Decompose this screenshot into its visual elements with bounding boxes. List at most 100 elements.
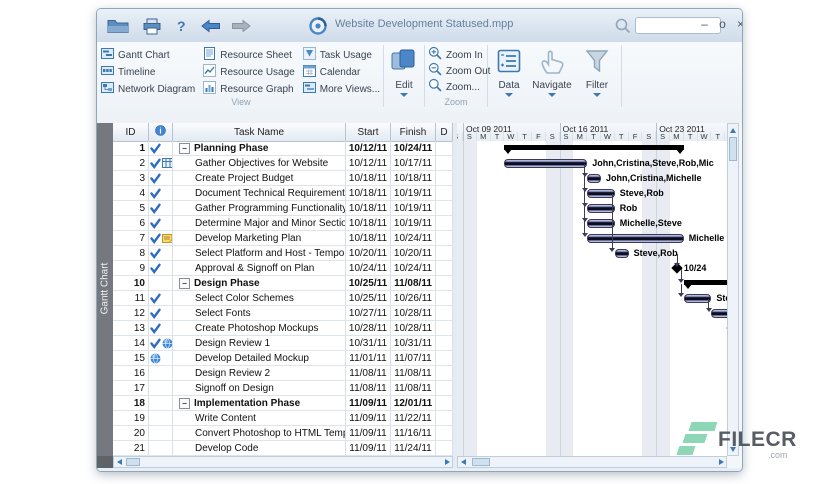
- table-hscroll-left-arrow[interactable]: [114, 457, 124, 467]
- gantt-bar-summary[interactable]: [504, 145, 684, 150]
- task-name[interactable]: Document Technical Requirements: [173, 186, 346, 200]
- task-name[interactable]: Create Project Budget: [173, 171, 346, 185]
- task-name[interactable]: Gather Objectives for Website: [173, 156, 346, 170]
- gantt-bar-task[interactable]: [711, 309, 727, 318]
- task-name[interactable]: Develop Marketing Plan: [173, 231, 346, 245]
- table-row[interactable]: 1 − Planning Phase 10/12/11 10/24/11: [113, 141, 453, 156]
- table-row[interactable]: 15 Develop Detailed Mockup 11/01/11 11/07/1…: [113, 351, 453, 366]
- ribbon-item-calendar[interactable]: Calendar: [302, 64, 380, 80]
- task-name[interactable]: Approval & Signoff on Plan: [173, 261, 346, 275]
- table-row[interactable]: 17 Signoff on Design 11/08/11 11/08/11: [113, 381, 453, 396]
- table-row[interactable]: 4 Document Technical Requirements 10/18/11…: [113, 186, 453, 201]
- collapse-toggle[interactable]: −: [179, 397, 190, 409]
- open-folder-icon[interactable]: [107, 17, 129, 35]
- column-header-d[interactable]: D: [436, 123, 453, 141]
- gantt-bar-task[interactable]: [614, 249, 629, 258]
- task-duration: [436, 276, 453, 290]
- task-name[interactable]: Select Platform and Host - Tempor...: [173, 246, 346, 260]
- ribbon-item-more-views[interactable]: More Views...: [302, 81, 380, 97]
- task-id: 20: [113, 426, 149, 440]
- ribbon-item-timeline[interactable]: Timeline: [101, 65, 195, 80]
- ribbon-item-gantt-chart[interactable]: Gantt Chart: [101, 47, 195, 63]
- ribbon-item-network-diagram[interactable]: Network Diagram: [101, 81, 195, 97]
- table-row[interactable]: 18 − Implementation Phase 11/09/11 12/01/11: [113, 396, 453, 411]
- table-row[interactable]: 9 Approval & Signoff on Plan 10/24/11 10/24…: [113, 261, 453, 276]
- table-row[interactable]: 11 Select Color Schemes 10/25/11 10/26/11: [113, 291, 453, 306]
- gantt-bar-task[interactable]: [683, 294, 712, 303]
- table-row[interactable]: 10 − Design Phase 10/25/11 11/08/11: [113, 276, 453, 291]
- gantt-hscroll-thumb[interactable]: [472, 458, 490, 466]
- close-button[interactable]: ×: [733, 16, 742, 33]
- gantt-vscroll-thumb[interactable]: [729, 137, 737, 161]
- navigate-button[interactable]: Navigate: [529, 46, 575, 106]
- table-hscroll-right-arrow[interactable]: [442, 457, 452, 467]
- table-row[interactable]: 19 Write Content 11/09/11 11/22/11: [113, 411, 453, 426]
- data-button[interactable]: Data: [491, 46, 527, 106]
- table-hscroll-thumb[interactable]: [126, 458, 140, 466]
- table-hscrollbar[interactable]: [113, 456, 453, 468]
- task-name[interactable]: − Implementation Phase: [173, 396, 346, 410]
- task-name[interactable]: − Design Phase: [173, 276, 346, 290]
- task-name[interactable]: Select Fonts: [173, 306, 346, 320]
- task-name[interactable]: Select Color Schemes: [173, 291, 346, 305]
- table-row[interactable]: 3 Create Project Budget 10/18/11 10/18/11: [113, 171, 453, 186]
- task-name[interactable]: Signoff on Design: [173, 381, 346, 395]
- gantt-vscroll-up-arrow[interactable]: [728, 125, 738, 135]
- gantt-bar-task[interactable]: [587, 189, 615, 198]
- task-duration: [436, 411, 453, 425]
- table-row[interactable]: 2 Gather Objectives for Website 10/12/11 10…: [113, 156, 453, 171]
- filter-button[interactable]: Filter: [579, 46, 615, 106]
- forward-arrow-icon[interactable]: [231, 17, 251, 35]
- gantt-bar-task[interactable]: [504, 159, 588, 168]
- gantt-vscrollbar[interactable]: [727, 123, 739, 456]
- ribbon-item-resource-sheet[interactable]: Resource Sheet: [203, 46, 294, 63]
- task-name[interactable]: Write Content: [173, 411, 346, 425]
- back-arrow-icon[interactable]: [201, 17, 221, 35]
- ribbon-item-zoom-out[interactable]: Zoom Out: [428, 62, 490, 79]
- table-row[interactable]: 7 Develop Marketing Plan 10/18/11 10/24/11: [113, 231, 453, 246]
- collapse-toggle[interactable]: −: [179, 277, 190, 289]
- column-header-start[interactable]: Start: [346, 123, 391, 141]
- task-indicators: [149, 411, 173, 425]
- help-icon[interactable]: ?: [177, 17, 186, 35]
- table-row[interactable]: 12 Select Fonts 10/27/11 10/28/11: [113, 306, 453, 321]
- table-row[interactable]: 14 Design Review 1 10/31/11 10/31/11: [113, 336, 453, 351]
- ribbon-item-resource-usage[interactable]: Resource Usage: [203, 63, 295, 80]
- column-header-indicators[interactable]: i: [149, 123, 173, 141]
- table-row[interactable]: 16 Design Review 2 11/08/11 11/08/11: [113, 366, 453, 381]
- restore-button[interactable]: o: [715, 16, 730, 33]
- collapse-toggle[interactable]: −: [179, 142, 190, 154]
- gantt-hscroll-left-arrow[interactable]: [458, 457, 468, 467]
- task-name[interactable]: Determine Major and Minor Sections: [173, 216, 346, 230]
- table-row[interactable]: 5 Gather Programming Functionality 10/18/1…: [113, 201, 453, 216]
- table-row[interactable]: 6 Determine Major and Minor Sections 10/18…: [113, 216, 453, 231]
- table-row[interactable]: 8 Select Platform and Host - Tempor... 10/…: [113, 246, 453, 261]
- gantt-bar-task[interactable]: [587, 234, 684, 243]
- task-name[interactable]: Convert Photoshop to HTML Templ...: [173, 426, 346, 440]
- day-letter: M: [670, 132, 684, 141]
- gantt-bar-task[interactable]: [587, 219, 615, 228]
- gantt-bar-task[interactable]: [587, 204, 615, 213]
- gantt-bar-task[interactable]: [587, 174, 601, 183]
- task-name[interactable]: − Planning Phase: [173, 141, 346, 155]
- column-header-task-name[interactable]: Task Name: [173, 123, 346, 141]
- table-row[interactable]: 13 Create Photoshop Mockups 10/28/11 10/28/…: [113, 321, 453, 336]
- table-row[interactable]: 20 Convert Photoshop to HTML Templ... 11/0…: [113, 426, 453, 441]
- edit-button[interactable]: Edit: [386, 46, 422, 106]
- task-name[interactable]: Develop Detailed Mockup: [173, 351, 346, 365]
- task-name[interactable]: Design Review 1: [173, 336, 346, 350]
- ribbon-item-zoom[interactable]: Zoom...: [428, 78, 490, 95]
- task-name[interactable]: Develop Code: [173, 441, 346, 455]
- ribbon-item-resource-graph[interactable]: Resource Graph: [203, 80, 294, 97]
- task-name[interactable]: Design Review 2: [173, 366, 346, 380]
- ribbon-item-zoom-in[interactable]: Zoom In: [428, 46, 490, 63]
- table-row[interactable]: 21 Develop Code 11/09/11 11/24/11: [113, 441, 453, 456]
- task-name[interactable]: Create Photoshop Mockups: [173, 321, 346, 335]
- ribbon-item-task-usage[interactable]: Task Usage: [302, 46, 380, 63]
- task-name[interactable]: Gather Programming Functionality: [173, 201, 346, 215]
- column-header-finish[interactable]: Finish: [391, 123, 436, 141]
- column-header-id[interactable]: ID: [113, 123, 149, 141]
- print-icon[interactable]: [143, 17, 161, 35]
- minimize-button[interactable]: –: [697, 16, 712, 33]
- search-icon[interactable]: [615, 17, 631, 35]
